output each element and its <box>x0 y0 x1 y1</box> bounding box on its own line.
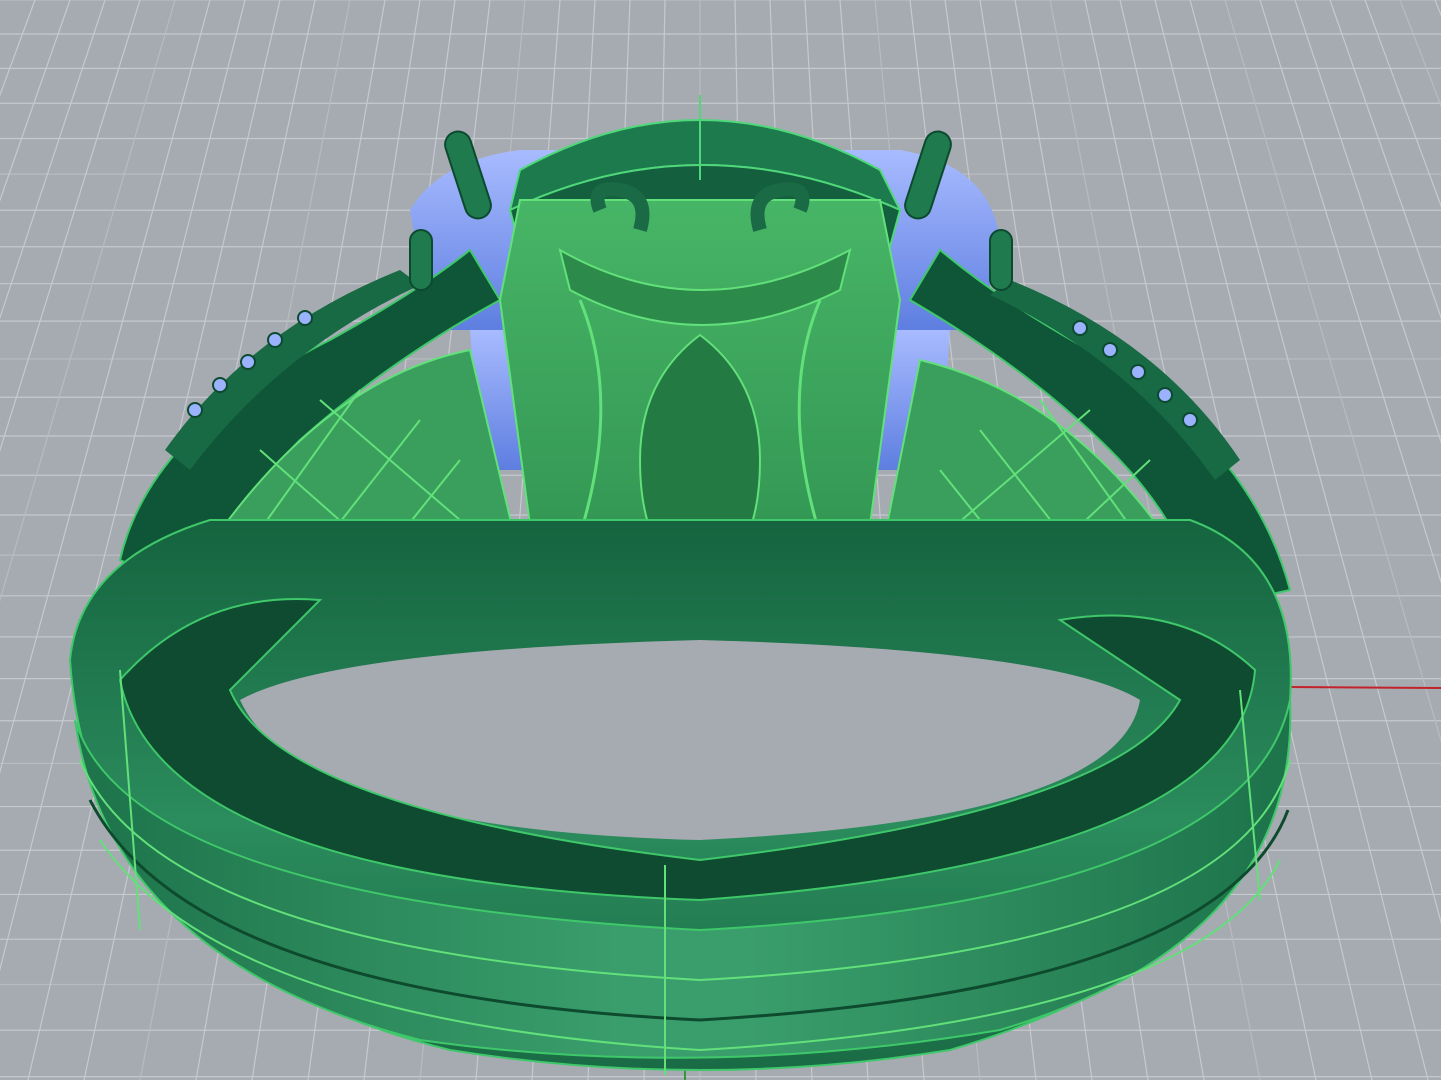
3d-viewport[interactable] <box>0 0 1441 1080</box>
ring-band[interactable] <box>68 519 1292 1075</box>
ring-model[interactable] <box>0 0 1441 1080</box>
